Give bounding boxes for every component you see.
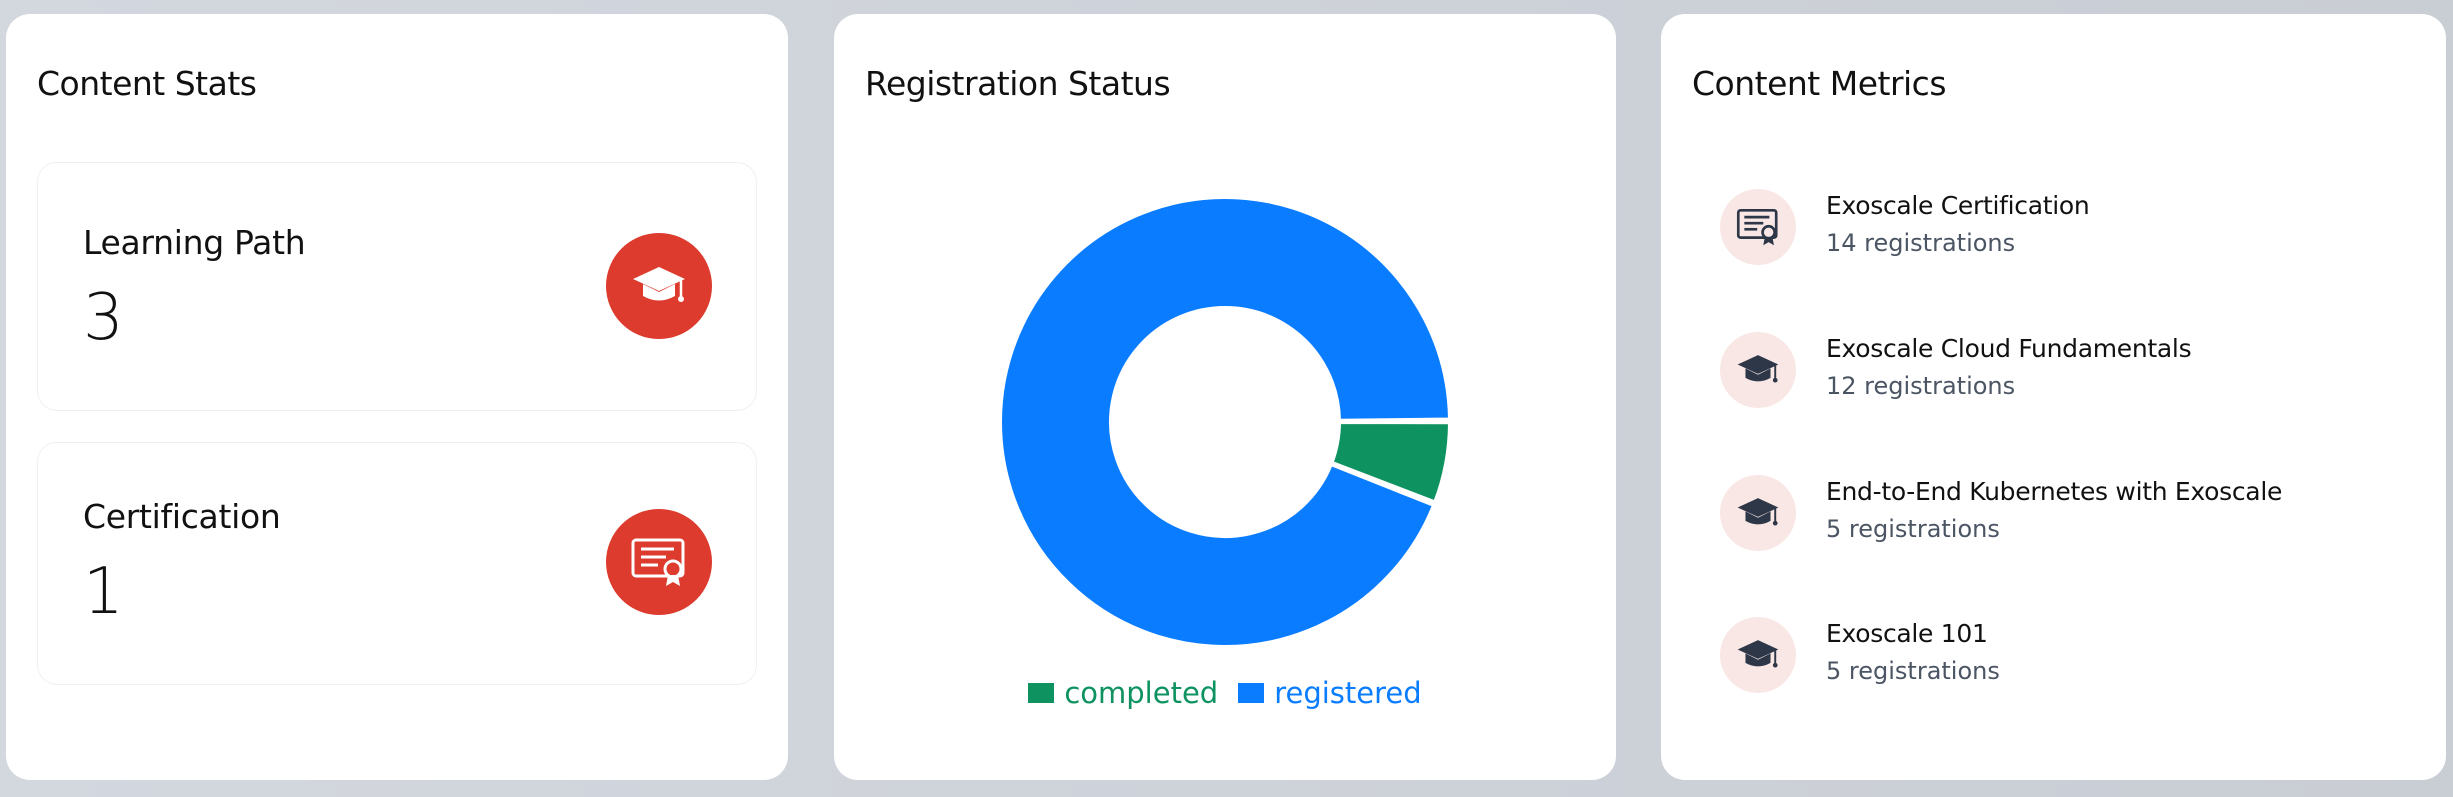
metric-registrations: 12 registrations <box>1826 372 2016 400</box>
content-metrics-title: Content Metrics <box>1692 64 1947 103</box>
graduation-cap-icon <box>1720 332 1796 408</box>
graduation-cap-icon <box>1720 617 1796 693</box>
content-metrics-card: Content Metrics Exoscale Certification 1… <box>1661 14 2446 780</box>
metric-item[interactable]: Exoscale Certification 14 registrations <box>1720 189 2420 269</box>
metric-registrations: 14 registrations <box>1826 229 2016 257</box>
certificate-icon <box>606 509 712 615</box>
legend-item-registered[interactable]: registered <box>1238 676 1422 710</box>
metric-registrations: 5 registrations <box>1826 515 2000 543</box>
graduation-cap-icon <box>1720 475 1796 551</box>
stat-value: 3 <box>83 281 124 355</box>
metric-name: End-to-End Kubernetes with Exoscale <box>1826 477 2283 506</box>
stat-label: Learning Path <box>83 223 306 262</box>
legend-swatch <box>1028 683 1055 703</box>
registration-status-card: Registration Status completed registered <box>834 14 1616 780</box>
metric-name: Exoscale 101 <box>1826 619 1988 648</box>
chart-legend: completed registered <box>834 676 1616 710</box>
metric-registrations: 5 registrations <box>1826 657 2000 685</box>
stat-value: 1 <box>83 555 124 629</box>
legend-label: completed <box>1064 676 1219 710</box>
legend-swatch <box>1238 683 1265 703</box>
content-stats-card: Content Stats Learning Path 3 Certificat… <box>6 14 788 780</box>
graduation-cap-icon <box>606 233 712 339</box>
legend-item-completed[interactable]: completed <box>1028 676 1218 710</box>
donut-slice-registered[interactable] <box>998 195 1453 649</box>
stat-label: Certification <box>83 497 281 536</box>
stat-learning-path[interactable]: Learning Path 3 <box>37 162 757 411</box>
metric-name: Exoscale Cloud Fundamentals <box>1826 334 2192 363</box>
metric-name: Exoscale Certification <box>1826 191 2090 220</box>
metric-item[interactable]: Exoscale Cloud Fundamentals 12 registrat… <box>1720 332 2420 412</box>
donut-chart <box>998 195 1453 649</box>
metric-item[interactable]: Exoscale 101 5 registrations <box>1720 617 2420 697</box>
legend-label: registered <box>1274 676 1422 710</box>
certificate-icon <box>1720 189 1796 265</box>
content-stats-title: Content Stats <box>37 64 257 103</box>
stat-certification[interactable]: Certification 1 <box>37 442 757 685</box>
metric-item[interactable]: End-to-End Kubernetes with Exoscale 5 re… <box>1720 475 2420 555</box>
